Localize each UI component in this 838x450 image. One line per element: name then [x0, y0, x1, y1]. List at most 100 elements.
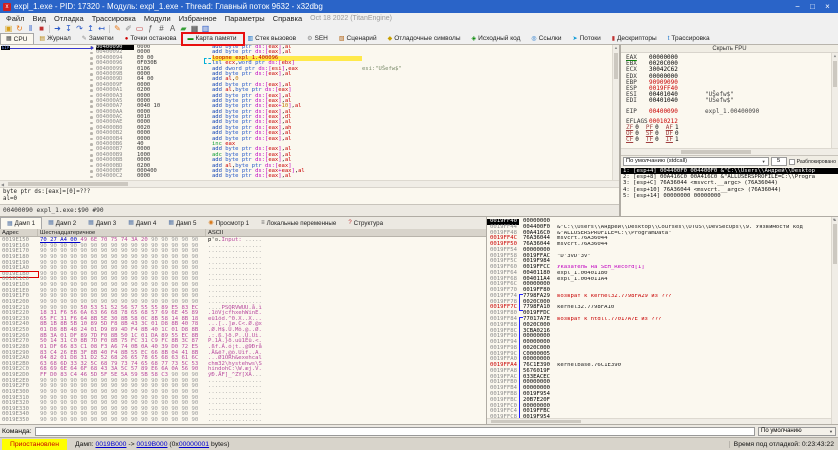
arguments-panel[interactable]: 1: [esp+4] 004400F0 004400F0 &"C:\\Users… — [621, 167, 838, 216]
tab-cpu[interactable]: ▦CPU — [0, 33, 34, 44]
tab-source[interactable]: ◈Исходный код — [467, 33, 527, 44]
breakpoint-dot[interactable] — [90, 73, 93, 76]
tab-log[interactable]: ▤Журнал — [34, 33, 76, 44]
tab-seh-icon: ⚙ — [307, 36, 312, 42]
tab-script[interactable]: ▧Сценарий — [334, 33, 383, 44]
breakpoint-dot[interactable] — [90, 52, 93, 55]
stack-vertical-scrollbar[interactable]: ▲ ▼ — [831, 217, 838, 424]
breakpoint-dot[interactable] — [90, 105, 93, 108]
tab-dump-3[interactable]: ▦Дамп 3 — [82, 217, 122, 229]
menu-item[interactable]: Отладка — [50, 14, 88, 23]
argument-row[interactable]: 5: [esp+14] 00000000 00000000 — [621, 193, 838, 199]
toolbar-separator — [49, 25, 50, 33]
tab-memory-map[interactable]: ▬Карта памяти — [183, 33, 243, 44]
tab-dump-2[interactable]: ▦Дамп 2 — [42, 217, 82, 229]
breakpoint-dot[interactable] — [90, 122, 93, 125]
tab-struct[interactable]: ?Структура — [342, 217, 389, 229]
flag-value[interactable]: 0 — [655, 137, 659, 143]
breakpoint-dot[interactable] — [90, 100, 93, 103]
breakpoint-dot[interactable] — [90, 62, 93, 65]
menu-item[interactable]: Параметры — [221, 14, 269, 23]
breakpoint-dot[interactable] — [90, 95, 93, 98]
stack-horizontal-scrollbar[interactable] — [487, 418, 831, 424]
calling-convention-select[interactable]: По умолчанию (stdcall) ▼ — [623, 157, 769, 166]
tab-watch-1[interactable]: ◉Просмотр 1 — [202, 217, 255, 229]
menu-item[interactable]: Вид — [28, 14, 50, 23]
tab-dump-5[interactable]: ▦Дамп 5 — [162, 217, 202, 229]
disassembly-panel[interactable]: 004000900000add byte ptr ds:[eax],al0040… — [0, 45, 619, 180]
registers-vertical-scrollbar[interactable]: ▲ ▼ — [831, 53, 838, 148]
menu-item[interactable]: Трассировка — [88, 14, 140, 23]
breakpoint-dot[interactable] — [90, 176, 93, 179]
tab-breakpoints[interactable]: ●Точки останова — [120, 33, 183, 44]
command-profile-select[interactable]: По умолчанию ▼ — [758, 427, 836, 436]
breakpoint-dot[interactable] — [90, 84, 93, 87]
dump-end-link[interactable]: 0019B000 — [136, 441, 167, 448]
disasm-horizontal-scrollbar[interactable]: ◀ — [0, 180, 619, 187]
breakpoint-dot[interactable] — [90, 170, 93, 173]
tab-references[interactable]: ◎Ссылки — [526, 33, 567, 44]
tab-references-icon: ◎ — [531, 36, 536, 42]
close-button[interactable]: × — [820, 0, 835, 13]
breakpoint-dot[interactable] — [90, 79, 93, 82]
breakpoint-dot[interactable] — [90, 154, 93, 157]
breakpoint-dot[interactable] — [90, 132, 93, 135]
tab-locals[interactable]: ≡Локальные переменные — [255, 217, 342, 229]
breakpoint-dot[interactable] — [90, 89, 93, 92]
tab-log-icon: ▤ — [39, 36, 45, 42]
tab-handles[interactable]: ▮Дескрипторы — [607, 33, 663, 44]
dump-start-link[interactable]: 0019B000 — [95, 441, 126, 448]
breakpoint-dot[interactable] — [90, 57, 93, 60]
breakpoint-dot[interactable] — [90, 165, 93, 168]
args-count-stepper[interactable]: 5 — [771, 157, 787, 166]
dump-panel: ▦Дамп 1▦Дамп 2▦Дамп 3▦Дамп 4▦Дамп 5◉Прос… — [0, 217, 487, 424]
flag-name: IF — [666, 137, 673, 143]
breakpoint-dot[interactable] — [90, 111, 93, 114]
dump-size-link[interactable]: 00000001 — [179, 441, 209, 448]
stack-panel[interactable]: 0019FF40000000000019FF44004400F0&"C:\\Us… — [487, 217, 838, 424]
flag-value[interactable]: 1 — [675, 137, 679, 143]
breakpoint-dot[interactable] — [90, 149, 93, 152]
disasm-row[interactable]: 004000C20000add byte ptr ds:[eax],al — [0, 174, 619, 179]
menu-item[interactable]: Файл — [2, 14, 28, 23]
tab-threads[interactable]: ➤Потоки — [568, 33, 607, 44]
breakpoint-dot[interactable] — [90, 159, 93, 162]
registers-horizontal-scrollbar[interactable] — [621, 148, 838, 155]
breakpoint-dot[interactable] — [90, 127, 93, 130]
flag-value[interactable]: 0 — [635, 137, 639, 143]
tab-dump-4[interactable]: ▦Дамп 4 — [122, 217, 162, 229]
breakpoint-dot[interactable] — [90, 143, 93, 146]
menu-item[interactable]: Избранное — [175, 14, 221, 23]
tab-symbols[interactable]: ◆Отладочные символы — [383, 33, 467, 44]
unlock-checkbox[interactable] — [789, 159, 795, 165]
dump-rows[interactable]: 0019E15070 27 A4 00 49 6E 70 75 74 3A 20… — [0, 237, 486, 424]
scroll-down-icon[interactable]: ▼ — [832, 217, 838, 424]
menu-item[interactable]: Модули — [140, 14, 175, 23]
minimize-button[interactable]: − — [790, 0, 805, 13]
registers-panel[interactable]: EAX00000000EBX0020C000ECX30042C62EDX0000… — [621, 53, 838, 148]
menu-item[interactable]: Справка — [269, 14, 306, 23]
command-input[interactable] — [35, 427, 755, 436]
breakpoint-dot[interactable] — [90, 68, 93, 71]
breakpoint-dot[interactable] — [90, 138, 93, 141]
scroll-down-icon[interactable]: ▼ — [832, 53, 838, 148]
tab-notes[interactable]: ✎Заметки — [77, 33, 120, 44]
tab-trace[interactable]: tТрассировка — [663, 33, 716, 44]
disasm-vertical-scrollbar[interactable]: ▲ ▼ — [612, 45, 619, 180]
maximize-button[interactable]: □ — [805, 0, 820, 13]
tab-dump-2-icon: ▦ — [48, 220, 54, 226]
disasm-address: 004000C2 — [96, 174, 134, 179]
tab-locals-icon: ≡ — [261, 220, 265, 226]
register-row[interactable]: EDI00401040"UŠefw$" — [621, 98, 838, 104]
scroll-down-icon[interactable]: ▼ — [613, 45, 619, 180]
tab-label: CPU — [14, 36, 28, 43]
tab-call-stack[interactable]: ▥Стек вызовов — [242, 33, 302, 44]
tab-seh[interactable]: ⚙SEH — [302, 33, 334, 44]
hide-fpu-button[interactable]: Скрыть FPU — [621, 45, 838, 53]
tab-dump-1[interactable]: ▦Дамп 1 — [0, 217, 42, 229]
scroll-left-icon[interactable]: ◀ — [1, 182, 4, 188]
jump-arrow — [204, 58, 211, 64]
dump-row[interactable]: 0019E35090 90 90 90 90 90 90 90 90 90 90… — [0, 418, 486, 424]
register-row[interactable]: EIP00400090expl_1.00400090 — [621, 109, 838, 115]
breakpoint-dot[interactable] — [90, 116, 93, 119]
